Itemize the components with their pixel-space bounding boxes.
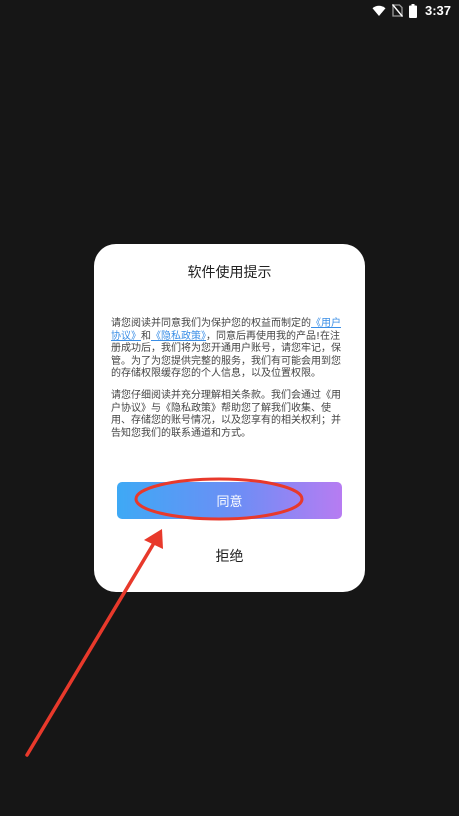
reject-button[interactable]: 拒绝: [117, 540, 342, 572]
status-bar: 3:37: [0, 0, 459, 22]
dialog-paragraph-1: 请您阅读并同意我们为保护您的权益而制定的《用户协议》和《隐私政策》，同意后再使用…: [111, 318, 349, 381]
dialog-body: 请您阅读并同意我们为保护您的权益而制定的《用户协议》和《隐私政策》，同意后再使用…: [111, 318, 349, 449]
dialog-title: 软件使用提示: [187, 265, 272, 281]
status-icons: 3:37: [372, 3, 451, 18]
status-time: 3:37: [424, 3, 451, 18]
paragraph-1-prefix: 请您阅读并同意我们为保护您的权益而制定的: [111, 318, 311, 329]
privacy-policy-link[interactable]: 《隐私政策》: [151, 331, 206, 342]
screen: 3:37 软件使用提示 请您阅读并同意我们为保护您的权益而制定的《用户协议》和《…: [0, 0, 459, 816]
dialog-paragraph-2: 请您仔细阅读并充分理解相关条款。我们会通过《用户协议》与《隐私政策》帮助您了解我…: [111, 389, 341, 439]
and-text: 和: [141, 330, 151, 342]
consent-dialog: 软件使用提示 请您阅读并同意我们为保护您的权益而制定的《用户协议》和《隐私政策》…: [94, 244, 365, 592]
wifi-icon: [372, 5, 386, 16]
battery-icon: [408, 3, 417, 18]
no-sim-icon: [391, 4, 403, 17]
agree-button[interactable]: 同意: [117, 482, 342, 519]
